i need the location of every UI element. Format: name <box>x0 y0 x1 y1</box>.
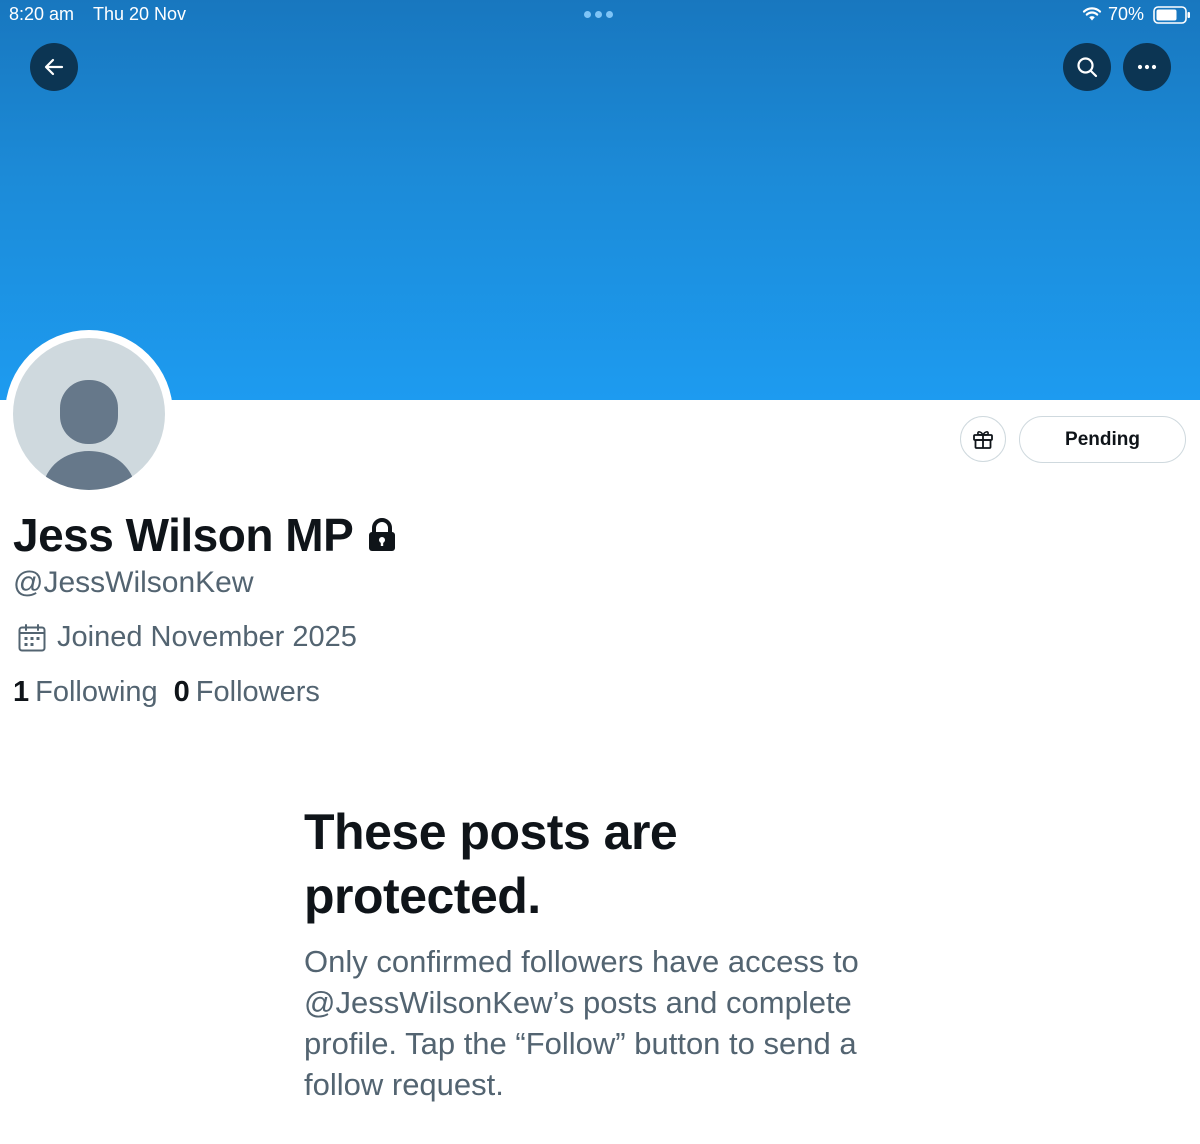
protected-posts-description: Only confirmed followers have access to … <box>304 944 859 1102</box>
followers-label: Followers <box>195 676 320 708</box>
pending-button[interactable]: Pending <box>1019 416 1186 463</box>
display-name-row: Jess Wilson MP <box>13 508 397 562</box>
joined-date: Joined November 2025 <box>57 621 357 653</box>
more-options-button[interactable] <box>1123 43 1171 91</box>
search-button[interactable] <box>1063 43 1111 91</box>
wifi-icon <box>1082 7 1102 21</box>
follow-stats: 1 Following 0 Followers <box>13 676 320 709</box>
profile-handle: @JessWilsonKew <box>13 566 254 599</box>
arrow-left-icon <box>44 58 64 76</box>
back-button[interactable] <box>30 43 78 91</box>
status-bar: 8:20 am Thu 20 Nov 70% <box>0 0 1200 30</box>
status-date: Thu 20 Nov <box>93 4 187 24</box>
profile-banner <box>0 0 1200 400</box>
more-horizontal-icon <box>1137 64 1157 70</box>
battery-percent: 70% <box>1108 4 1145 24</box>
status-time: 8:20 am <box>9 4 75 24</box>
default-avatar-icon <box>13 338 165 490</box>
joined-date-row: Joined November 2025 <box>17 621 357 654</box>
gift-button[interactable] <box>960 416 1006 462</box>
following-label: Following <box>35 676 158 708</box>
battery-icon <box>1153 6 1190 24</box>
following-count: 1 <box>13 676 30 708</box>
calendar-icon <box>18 623 46 651</box>
avatar[interactable] <box>5 330 173 498</box>
followers-link[interactable]: 0 Followers <box>174 676 320 709</box>
following-link[interactable]: 1 Following <box>13 676 158 709</box>
multitasking-dots-icon[interactable] <box>584 11 613 18</box>
gift-icon <box>973 431 993 449</box>
protected-posts-title: These posts are protected. <box>304 804 678 924</box>
followers-count: 0 <box>173 676 190 708</box>
lock-icon <box>369 518 396 551</box>
search-icon <box>1077 57 1098 78</box>
display-name: Jess Wilson MP <box>13 509 354 561</box>
